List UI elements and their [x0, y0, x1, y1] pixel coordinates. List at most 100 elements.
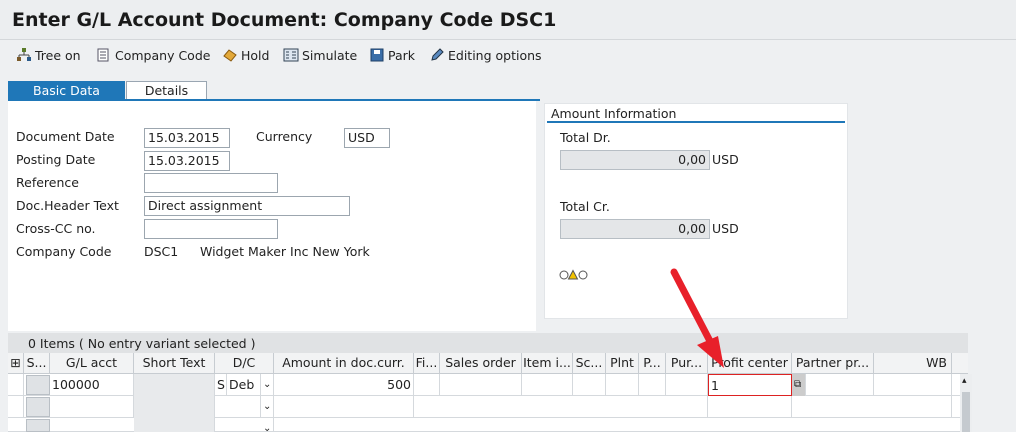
row-status-cell[interactable]: [26, 397, 50, 417]
currency-label: Currency: [256, 129, 313, 144]
total-cr-currency: USD: [712, 221, 739, 236]
company-name-value: Widget Maker Inc New York: [200, 244, 370, 259]
col-header-item[interactable]: Item i...: [522, 353, 573, 374]
total-cr-label: Total Cr.: [560, 199, 610, 214]
cross-cc-label: Cross-CC no.: [16, 221, 96, 236]
simulate-label: Simulate: [302, 47, 358, 63]
cross-cc-field[interactable]: [144, 219, 278, 239]
grid-settings-icon[interactable]: ⊞: [8, 353, 24, 374]
gl-acct-cell[interactable]: [50, 396, 134, 418]
fi-cell[interactable]: [414, 374, 440, 396]
amount-information-panel: Amount Information Total Dr. 0,00 USD To…: [544, 103, 848, 319]
park-label: Park: [388, 47, 416, 63]
chevron-down-icon[interactable]: ⌄: [261, 418, 274, 432]
col-header-partner[interactable]: Partner pr...: [792, 353, 874, 374]
tab-basic-data[interactable]: Basic Data: [8, 81, 125, 100]
line-items-grid: 0 Items ( No entry variant selected ) ⊞ …: [8, 333, 972, 432]
grid-header-row: ⊞ S... G/L acct Short Text D/C Amount in…: [8, 353, 968, 374]
sc-cell[interactable]: [573, 374, 606, 396]
tree-on-label: Tree on: [35, 47, 81, 63]
posting-date-field[interactable]: 15.03.2015: [144, 151, 230, 171]
row-selector[interactable]: [8, 374, 24, 396]
partner-cell[interactable]: [806, 374, 874, 396]
scroll-up-icon[interactable]: ▴: [962, 376, 967, 386]
currency-field[interactable]: USD: [344, 128, 390, 148]
simulate-button[interactable]: Simulate: [283, 46, 357, 64]
simulate-icon: [283, 48, 299, 62]
total-dr-label: Total Dr.: [560, 130, 611, 145]
reference-field[interactable]: [144, 173, 278, 193]
gl-acct-cell[interactable]: 100000: [50, 374, 134, 396]
header-text-field[interactable]: Direct assignment: [144, 196, 350, 216]
company-code-icon: [97, 48, 109, 62]
page-title: Enter G/L Account Document: Company Code…: [12, 9, 557, 31]
tree-on-button[interactable]: Tree on: [16, 46, 81, 64]
header-text-label: Doc.Header Text: [16, 198, 119, 213]
amount-cell[interactable]: [274, 396, 414, 418]
hold-label: Hold: [241, 47, 270, 63]
amount-title-underline: [547, 121, 845, 123]
app-window: Enter G/L Account Document: Company Code…: [0, 0, 1016, 432]
hold-icon: [223, 49, 237, 62]
col-header-wb[interactable]: WB: [874, 353, 952, 374]
vertical-scrollbar[interactable]: ▴: [960, 374, 972, 432]
col-header-plnt[interactable]: Plnt: [606, 353, 639, 374]
wb-cell[interactable]: [874, 374, 952, 396]
plnt-cell[interactable]: [606, 374, 639, 396]
sales-order-cell[interactable]: [440, 374, 522, 396]
application-toolbar: Tree on Company Code Hold Simulate Park …: [0, 41, 1016, 69]
company-code-button[interactable]: Company Code: [96, 46, 210, 64]
partner-cell[interactable]: [792, 396, 952, 418]
grid-status-text: 0 Items ( No entry variant selected ): [28, 336, 256, 351]
short-text-cell: [134, 374, 215, 396]
row-selector[interactable]: [8, 396, 24, 418]
col-header-pur[interactable]: Pur...: [666, 353, 708, 374]
row-status-cell[interactable]: [26, 375, 50, 395]
chevron-down-icon[interactable]: ⌄: [261, 396, 274, 418]
col-header-status[interactable]: S...: [24, 353, 50, 374]
item-cell[interactable]: [522, 374, 573, 396]
traffic-light-icon: [559, 269, 588, 280]
amount-cell[interactable]: 500: [274, 374, 414, 396]
table-row: ⌄: [8, 418, 968, 432]
company-code-label: Company Code: [115, 47, 211, 63]
col-header-amount[interactable]: Amount in doc.curr.: [274, 353, 414, 374]
document-date-field[interactable]: 15.03.2015: [144, 128, 230, 148]
col-header-short-text[interactable]: Short Text: [134, 353, 215, 374]
park-button[interactable]: Park: [369, 46, 415, 64]
col-header-gl-acct[interactable]: G/L acct: [50, 353, 134, 374]
profit-center-cell[interactable]: [708, 396, 792, 418]
document-date-label: Document Date: [16, 129, 115, 144]
editing-options-label: Editing options: [448, 47, 542, 63]
company-code-value: DSC1: [144, 244, 179, 259]
short-text-cell: [134, 418, 215, 432]
col-header-sales-order[interactable]: Sales order: [440, 353, 522, 374]
profit-center-cell[interactable]: 1: [708, 374, 792, 396]
col-header-profit-center[interactable]: Profit center: [708, 353, 792, 374]
col-header-p[interactable]: P...: [639, 353, 666, 374]
total-dr-currency: USD: [712, 152, 739, 167]
dc-select-value[interactable]: [215, 396, 261, 418]
park-icon: [370, 48, 384, 62]
row-empty-cells[interactable]: [414, 396, 708, 418]
total-cr-field: 0,00: [560, 219, 710, 239]
company-code-field-label: Company Code: [16, 244, 112, 259]
chevron-down-icon[interactable]: ⌄: [261, 374, 274, 396]
editing-options-button[interactable]: Editing options: [429, 46, 542, 64]
row-status-cell[interactable]: [26, 419, 50, 432]
scrollbar-thumb[interactable]: [962, 392, 970, 432]
total-dr-field: 0,00: [560, 150, 710, 170]
col-header-sc[interactable]: Sc...: [573, 353, 606, 374]
value-help-icon[interactable]: ⧉: [792, 374, 806, 396]
short-text-cell: [134, 396, 215, 418]
tab-details[interactable]: Details: [126, 81, 207, 100]
table-row: ⌄: [8, 396, 968, 418]
col-header-dc[interactable]: D/C: [215, 353, 274, 374]
posting-date-label: Posting Date: [16, 152, 96, 167]
col-header-fi[interactable]: Fi...: [414, 353, 440, 374]
dc-select-value[interactable]: Deb: [227, 374, 261, 396]
hold-button[interactable]: Hold: [222, 46, 269, 64]
pur-cell[interactable]: [666, 374, 708, 396]
p-cell[interactable]: [639, 374, 666, 396]
table-row: 100000 S Deb ⌄ 500 1 ⧉: [8, 374, 968, 396]
